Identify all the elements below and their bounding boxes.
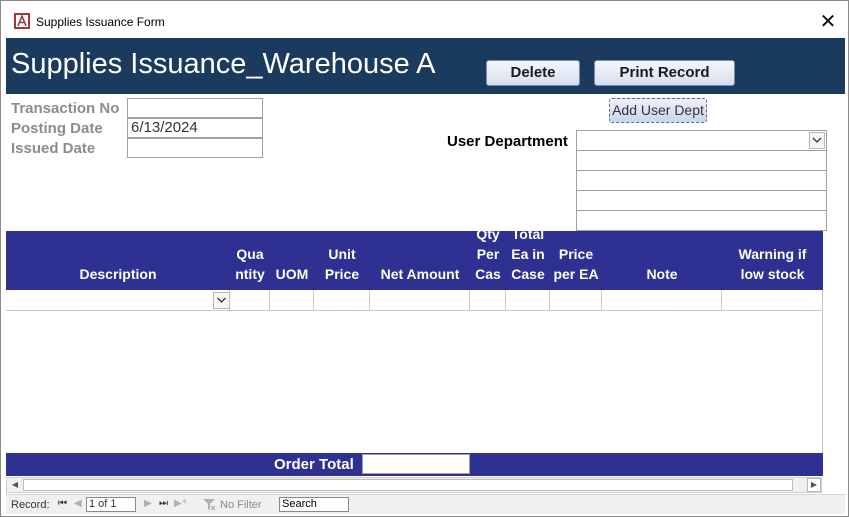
scrollbar-thumb[interactable]	[23, 479, 793, 491]
chevron-down-icon[interactable]	[809, 132, 825, 149]
first-record-icon[interactable]: ⏮	[58, 498, 67, 509]
user-department-list-row[interactable]	[576, 151, 827, 171]
transaction-no-field[interactable]	[127, 98, 263, 118]
user-department-label: User Department	[447, 133, 568, 150]
total-ea-in-case-cell[interactable]	[506, 290, 550, 310]
order-total-label: Order Total	[274, 456, 354, 473]
column-header-total-ea-in-case: Total Ea in Case	[511, 231, 545, 282]
print-record-button[interactable]: Print Record	[594, 60, 735, 86]
last-record-icon[interactable]: ⏭	[159, 498, 168, 509]
add-user-dept-button[interactable]: Add User Dept	[609, 98, 707, 123]
column-header-warning: Warning if low stock	[738, 246, 807, 282]
user-department-combo[interactable]	[576, 130, 827, 151]
user-department-list-row[interactable]	[576, 211, 827, 231]
form-title: Supplies Issuance_Warehouse A	[11, 48, 436, 80]
next-record-icon[interactable]: ▶	[144, 498, 152, 509]
form-fields: Transaction No Posting Date 6/13/2024 Is…	[6, 94, 845, 231]
warning-cell[interactable]	[722, 290, 823, 310]
form-header: Supplies Issuance_Warehouse A Delete Pri…	[6, 38, 845, 94]
column-header-qty-per-case: Qty Per Cas	[475, 231, 501, 282]
unit-price-cell[interactable]	[314, 290, 370, 310]
description-combo[interactable]	[6, 290, 230, 310]
user-department-list-row[interactable]	[576, 191, 827, 211]
chevron-down-icon[interactable]	[213, 292, 230, 309]
column-header-note: Note	[646, 266, 678, 282]
posting-date-label: Posting Date	[11, 120, 103, 137]
table-row	[6, 290, 823, 311]
scroll-left-icon[interactable]: ◀	[8, 479, 22, 491]
quantity-cell[interactable]	[230, 290, 270, 310]
previous-record-icon[interactable]: ◀	[74, 498, 82, 509]
supplies-issuance-window: Supplies Issuance Form ✕ Supplies Issuan…	[0, 0, 849, 517]
posting-date-field[interactable]: 6/13/2024	[127, 118, 263, 138]
issued-date-label: Issued Date	[11, 140, 96, 157]
note-cell[interactable]	[602, 290, 722, 310]
column-header-description: Description	[79, 266, 157, 282]
search-input[interactable]: Search	[279, 497, 349, 512]
qty-per-case-cell[interactable]	[470, 290, 506, 310]
issued-date-field[interactable]	[127, 138, 263, 158]
price-per-ea-cell[interactable]	[550, 290, 602, 310]
grid-footer: Order Total	[6, 453, 823, 476]
column-header-net-amount: Net Amount	[380, 266, 460, 282]
no-filter-icon	[203, 499, 216, 511]
column-header-quantity: Qua ntity	[235, 246, 265, 282]
horizontal-scrollbar[interactable]: ◀ ▶	[6, 477, 822, 493]
record-label: Record:	[11, 499, 50, 511]
access-form-icon	[14, 13, 30, 29]
column-header-uom: UOM	[275, 266, 309, 282]
uom-cell[interactable]	[270, 290, 314, 310]
column-header-unit-price: Unit Price	[324, 246, 360, 282]
new-record-icon[interactable]: ▶*	[174, 498, 187, 509]
record-navigation-bar: Record: ⏮ ◀ 1 of 1 ▶ ⏭ ▶* No Filter Sear…	[6, 494, 845, 514]
order-total-field[interactable]	[362, 454, 470, 474]
column-header-price-per-ea: Price per EA	[553, 246, 599, 282]
scroll-right-icon[interactable]: ▶	[807, 478, 821, 492]
items-grid-header: Description Qua ntity UOM Unit Price Net…	[6, 231, 823, 290]
close-icon[interactable]: ✕	[815, 8, 841, 34]
title-bar: Supplies Issuance Form ✕	[1, 1, 848, 37]
net-amount-cell[interactable]	[370, 290, 470, 310]
no-filter-label[interactable]: No Filter	[220, 499, 262, 511]
transaction-no-label: Transaction No	[11, 100, 120, 117]
window-title: Supplies Issuance Form	[36, 15, 165, 29]
current-record-field[interactable]: 1 of 1	[86, 497, 136, 512]
user-department-list-row[interactable]	[576, 171, 827, 191]
items-grid-body	[6, 311, 823, 453]
delete-button[interactable]: Delete	[486, 60, 580, 86]
